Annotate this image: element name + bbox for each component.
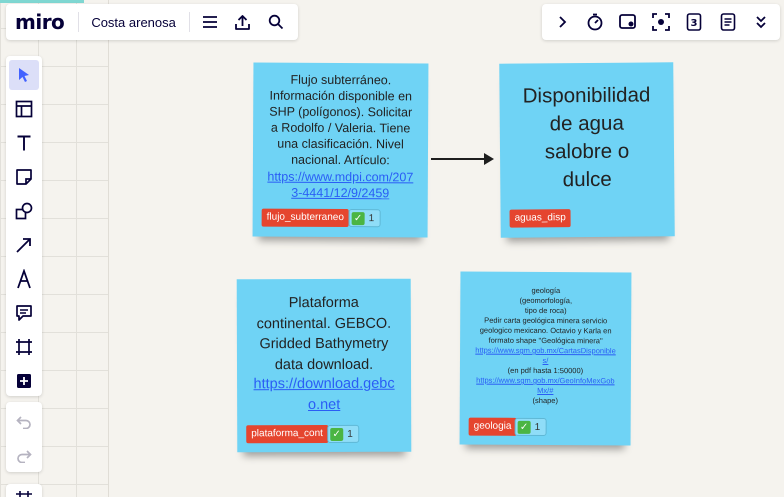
- board-header: miro Costa arenosa: [6, 4, 298, 40]
- notes-icon[interactable]: [714, 8, 742, 36]
- undo-redo-group: [6, 402, 42, 472]
- page-count-icon[interactable]: 3: [681, 8, 709, 36]
- share-upload-icon[interactable]: [229, 8, 257, 36]
- sticky-note[interactable]: Flujo subterráneo. Información disponibl…: [252, 62, 429, 238]
- sticky-note-text: Disponibilidad de agua salobre o dulce: [522, 83, 651, 192]
- sticky-note[interactable]: geología (geomorfología, tipo de roca) P…: [459, 271, 632, 446]
- check-mark-icon: ✓: [330, 427, 344, 441]
- comment-icon[interactable]: [9, 298, 39, 328]
- creation-toolbar: [6, 56, 42, 396]
- sticky-note[interactable]: Plataforma continental. GEBCO. Gridded B…: [236, 278, 412, 453]
- reaction-chip[interactable]: ✓ 1: [514, 417, 547, 437]
- menu-icon[interactable]: [196, 8, 224, 36]
- focus-icon[interactable]: [647, 8, 675, 36]
- sticky-note[interactable]: Disponibilidad de agua salobre o dulce a…: [499, 62, 675, 238]
- select-tool-cursor-icon[interactable]: [9, 60, 39, 90]
- sticky-note-text: Plataforma continental. GEBCO. Gridded B…: [256, 294, 392, 373]
- connection-line-icon[interactable]: [9, 230, 39, 260]
- connector-arrow[interactable]: [428, 150, 498, 168]
- search-icon[interactable]: [262, 8, 290, 36]
- tag-chip[interactable]: aguas_disp: [509, 209, 571, 228]
- redo-icon[interactable]: [9, 441, 39, 471]
- reaction-chip[interactable]: ✓ 1: [327, 424, 359, 443]
- frames-icon: [16, 491, 32, 497]
- chevron-right-icon[interactable]: [548, 8, 576, 36]
- sticky-note-link[interactable]: https://www.sgm.gob.mx/CartasDisponibles…: [474, 346, 617, 367]
- frame-icon[interactable]: [9, 332, 39, 362]
- top-accent-strip: [0, 0, 84, 3]
- sticky-note-link[interactable]: https://www.sgm.gob.mx/GeoInfoMexGobMx/#: [474, 376, 617, 397]
- reaction-count: 1: [534, 421, 541, 433]
- timer-icon[interactable]: [581, 8, 609, 36]
- board-name[interactable]: Costa arenosa: [91, 15, 176, 30]
- miro-logo[interactable]: miro: [15, 10, 65, 34]
- sticky-note-text: Flujo subterráneo. Información disponibl…: [269, 72, 413, 168]
- check-mark-icon: ✓: [351, 211, 365, 225]
- sticky-note-link[interactable]: https://download.gebco.net: [251, 374, 397, 416]
- sticky-note-text: (shape): [532, 395, 559, 406]
- add-more-icon[interactable]: [9, 366, 39, 396]
- sticky-note-text: geología (geomorfología, tipo de roca) P…: [479, 285, 612, 346]
- pen-icon[interactable]: [9, 264, 39, 294]
- frames-panel-button[interactable]: [6, 484, 42, 497]
- presentation-icon[interactable]: [614, 8, 642, 36]
- reaction-chip[interactable]: ✓ 1: [348, 209, 381, 228]
- chevron-double-down-icon[interactable]: [747, 8, 775, 36]
- sticky-note-link[interactable]: https://www.mdpi.com/2073-4441/12/9/2459: [265, 169, 416, 202]
- top-right-toolbar: 3: [542, 4, 780, 40]
- reaction-count: 1: [347, 428, 353, 440]
- shapes-icon[interactable]: [9, 196, 39, 226]
- check-mark-icon: ✓: [517, 420, 531, 434]
- undo-icon[interactable]: [9, 407, 39, 437]
- tag-chip[interactable]: plataforma_cont: [246, 424, 328, 444]
- divider: [78, 12, 80, 32]
- templates-icon[interactable]: [9, 94, 39, 124]
- canvas-edge: [108, 0, 109, 497]
- tag-chip[interactable]: flujo_subterraneo: [261, 208, 349, 228]
- divider: [188, 12, 190, 32]
- text-tool-icon[interactable]: [9, 128, 39, 158]
- sticky-note-icon[interactable]: [9, 162, 39, 192]
- page-count-text: 3: [691, 18, 698, 29]
- reaction-count: 1: [368, 212, 375, 224]
- tag-chip[interactable]: geologia: [468, 417, 517, 436]
